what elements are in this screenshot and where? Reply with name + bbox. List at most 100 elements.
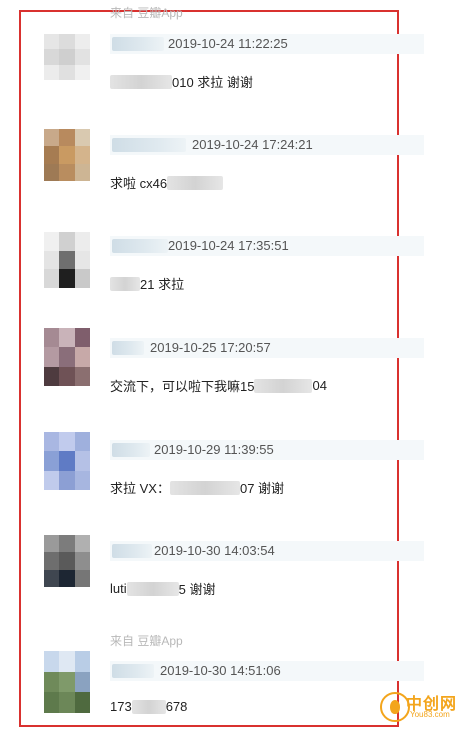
source-label: 来自 豆瓣App <box>110 634 183 648</box>
username[interactable] <box>112 138 186 152</box>
avatar[interactable] <box>44 432 90 490</box>
avatar-pixel <box>74 692 90 713</box>
avatar-pixel <box>44 49 60 65</box>
avatar-pixel <box>44 692 60 713</box>
avatar-pixel <box>44 328 60 348</box>
avatar-pixel <box>44 347 60 367</box>
redacted-text <box>131 699 166 714</box>
avatar-pixel <box>44 269 60 288</box>
avatar-pixel <box>59 671 75 693</box>
comment-text: 求啦 cx46 <box>110 173 224 192</box>
avatar[interactable] <box>44 232 90 288</box>
comment-text-end: 010 求拉 谢谢 <box>172 75 253 90</box>
avatar-pixel <box>44 671 60 693</box>
timestamp: 2019-10-30 14:51:06 <box>160 663 281 678</box>
username[interactable] <box>112 37 164 51</box>
avatar-pixel <box>59 651 75 672</box>
redacted-text <box>169 480 240 495</box>
avatar-pixel <box>59 470 75 490</box>
timestamp: 2019-10-24 11:22:25 <box>168 36 288 51</box>
timestamp: 2019-10-30 14:03:54 <box>154 543 275 558</box>
comment-text-start: 求啦 cx46 <box>110 176 168 191</box>
comment-text-start: 求拉 VX： <box>110 481 170 496</box>
avatar-pixel <box>44 432 60 452</box>
timestamp: 2019-10-29 11:39:55 <box>154 442 274 457</box>
timestamp: 2019-10-24 17:35:51 <box>168 238 289 253</box>
avatar-pixel <box>44 163 60 181</box>
username[interactable] <box>112 544 152 558</box>
avatar-pixel <box>74 232 90 251</box>
comment-text: 交流下，可以啦下我嘛15 04 <box>110 376 327 395</box>
avatar-pixel <box>44 129 60 147</box>
avatar-pixel <box>74 535 90 553</box>
avatar-pixel <box>59 432 75 452</box>
avatar-pixel <box>44 535 60 553</box>
comment-text: 求拉 VX： 07 谢谢 <box>110 478 284 497</box>
avatar-pixel <box>74 49 90 65</box>
avatar-pixel <box>74 34 90 50</box>
avatar-pixel <box>44 569 60 587</box>
avatar-pixel <box>44 651 60 672</box>
comment-text-end: 04 <box>312 378 327 393</box>
comment-text: luti 5 谢谢 <box>110 579 215 598</box>
timestamp: 2019-10-25 17:20:57 <box>150 340 271 355</box>
avatar-pixel <box>74 146 90 164</box>
avatar-pixel <box>44 552 60 570</box>
comment-item: 2019-10-24 11:22:25 010 求拉 谢谢 <box>0 34 464 124</box>
site-watermark: 中创网 You83.com <box>376 688 460 728</box>
username[interactable] <box>112 443 150 457</box>
avatar-pixel <box>59 269 75 288</box>
avatar-pixel <box>74 269 90 288</box>
comment-text: 173 678 <box>110 699 187 714</box>
avatar-pixel <box>74 651 90 672</box>
avatar-pixel <box>74 366 90 386</box>
comment-item: 2019-10-29 11:39:55 求拉 VX： 07 谢谢 <box>0 432 464 530</box>
avatar-pixel <box>59 34 75 50</box>
comment-text-end: 678 <box>165 699 188 714</box>
comment-meta: 2019-10-24 11:22:25 <box>110 34 424 54</box>
comment-meta: 2019-10-24 17:24:21 <box>110 135 424 155</box>
avatar-pixel <box>59 692 75 713</box>
comment-text-start: luti <box>110 581 127 596</box>
comment-item: 2019-10-25 17:20:57 交流下，可以啦下我嘛15 04 <box>0 328 464 428</box>
avatar-pixel <box>44 146 60 164</box>
comment-meta: 2019-10-30 14:51:06 <box>110 661 424 681</box>
avatar-pixel <box>44 34 60 50</box>
avatar-pixel <box>74 64 90 80</box>
avatar-pixel <box>44 470 60 490</box>
avatar-pixel <box>74 347 90 367</box>
username[interactable] <box>112 341 144 355</box>
username[interactable] <box>112 239 168 253</box>
avatar-pixel <box>59 552 75 570</box>
avatar-pixel <box>59 250 75 270</box>
avatar-pixel <box>74 163 90 181</box>
watermark-subtitle: You83.com <box>410 710 450 719</box>
comment-meta: 2019-10-24 17:35:51 <box>110 236 424 256</box>
avatar[interactable] <box>44 651 90 713</box>
comment-meta: 2019-10-25 17:20:57 <box>110 338 424 358</box>
comment-meta: 2019-10-30 14:03:54 <box>110 541 424 561</box>
avatar-pixel <box>44 250 60 270</box>
avatar-pixel <box>74 470 90 490</box>
timestamp: 2019-10-24 17:24:21 <box>192 137 313 152</box>
avatar-pixel <box>59 366 75 386</box>
avatar-pixel <box>44 451 60 471</box>
avatar[interactable] <box>44 328 90 386</box>
avatar-pixel <box>74 671 90 693</box>
username[interactable] <box>112 664 154 678</box>
avatar-pixel <box>59 163 75 181</box>
avatar[interactable] <box>44 535 90 587</box>
avatar[interactable] <box>44 129 90 181</box>
avatar-pixel <box>74 250 90 270</box>
avatar-pixel <box>74 129 90 147</box>
avatar-pixel <box>44 232 60 251</box>
avatar-pixel <box>59 347 75 367</box>
avatar[interactable] <box>44 34 90 80</box>
comment-text-end: 07 谢谢 <box>239 481 285 496</box>
comment-text-start: 173 <box>110 699 132 714</box>
avatar-pixel <box>59 535 75 553</box>
redacted-text <box>254 378 313 393</box>
avatar-pixel <box>74 552 90 570</box>
comment-item: 2019-10-30 14:03:54 luti 5 谢谢 <box>0 535 464 631</box>
comment-item: 2019-10-24 17:35:51 21 求拉 <box>0 232 464 326</box>
